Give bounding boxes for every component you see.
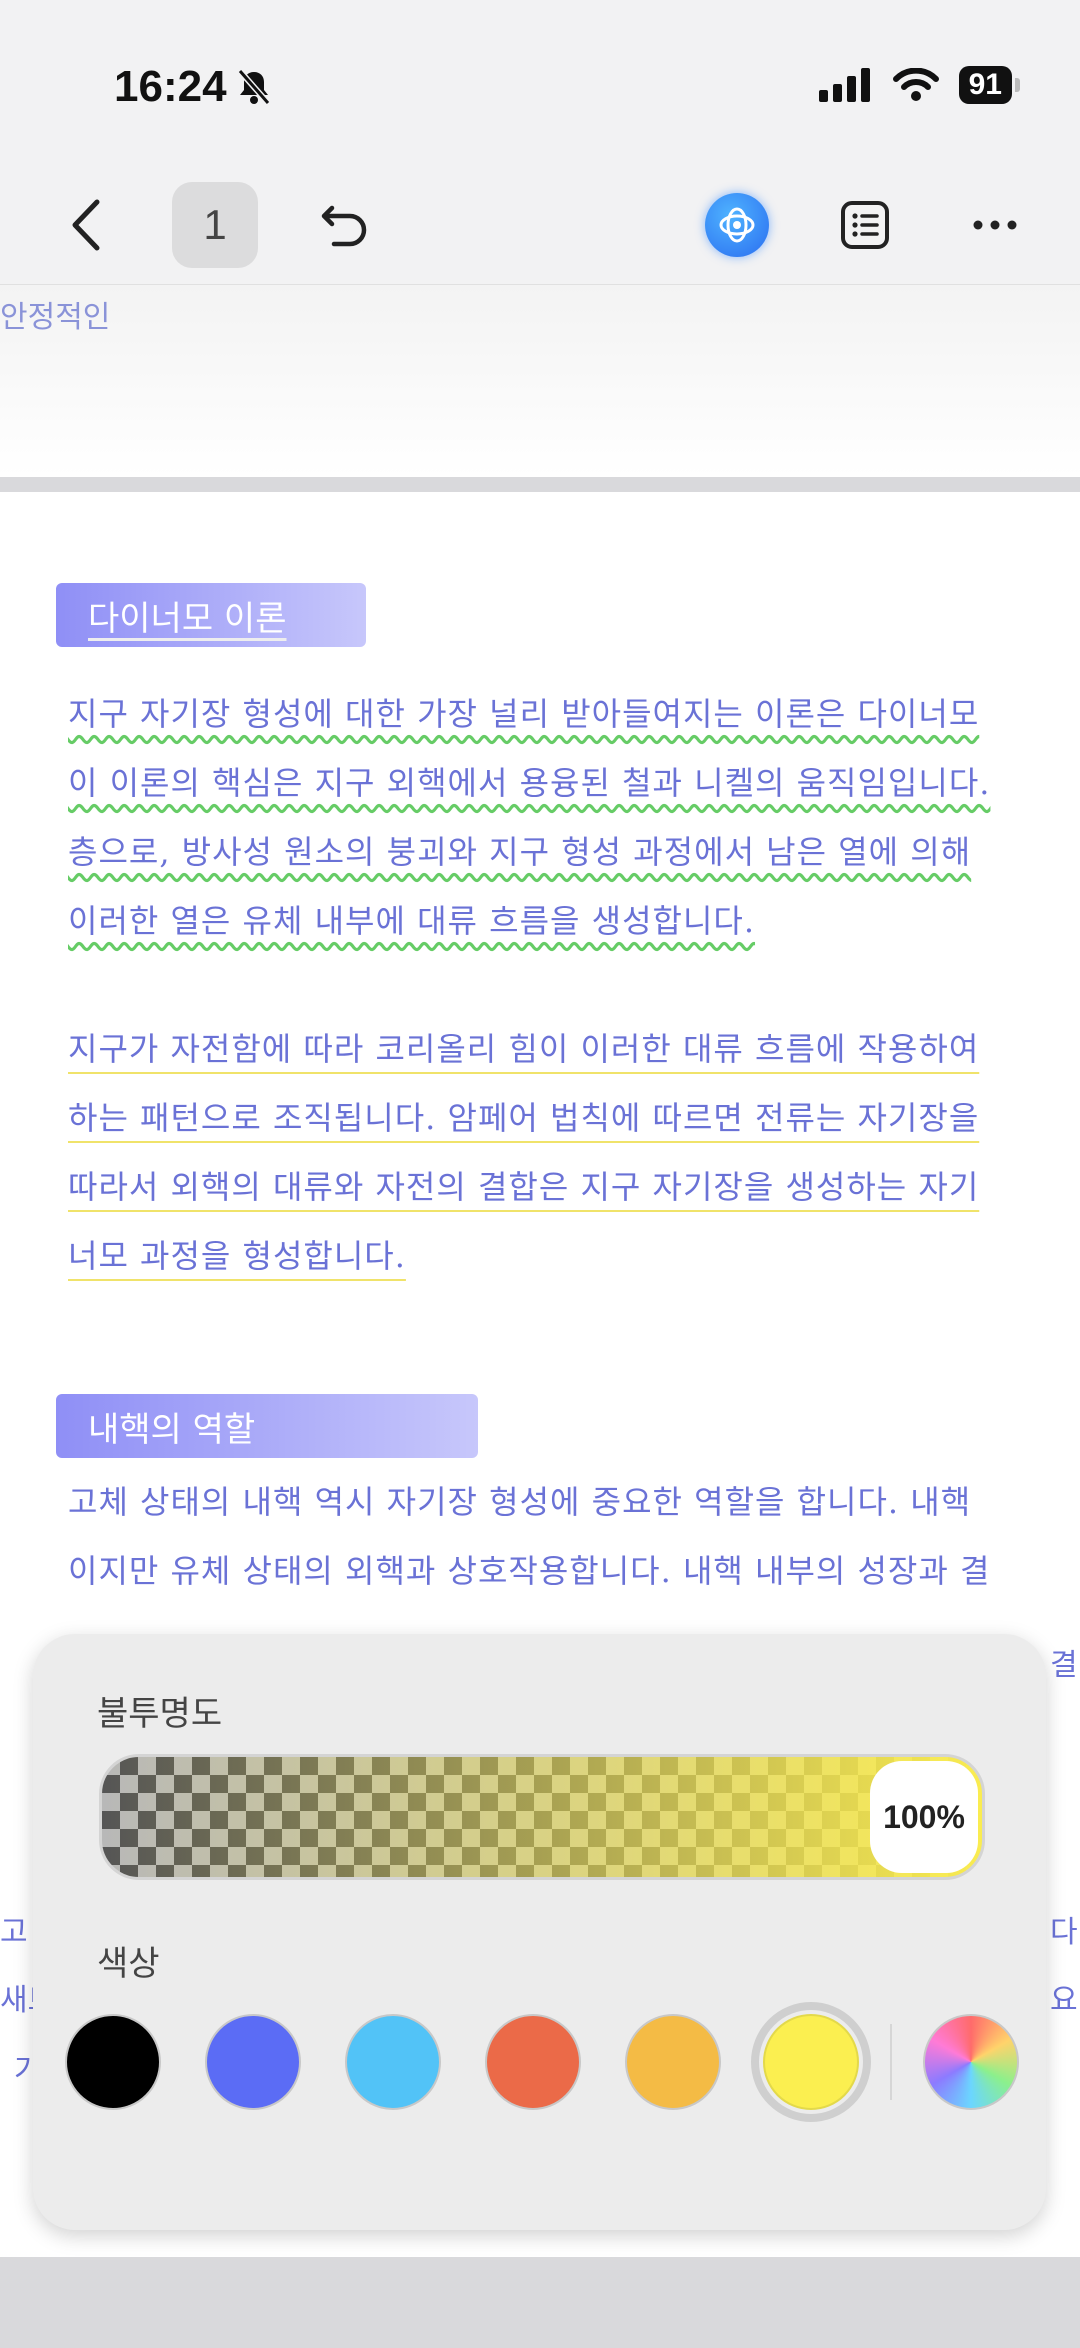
back-button[interactable] xyxy=(56,182,116,268)
swatch-sky-blue[interactable] xyxy=(345,2014,441,2110)
more-dots-icon xyxy=(973,220,1017,230)
text-line: 지구 자기장 형성에 대한 가장 널리 받아들여지는 이론은 다이너모 xyxy=(68,688,1080,757)
paragraph: 지구 자기장 형성에 대한 가장 널리 받아들여지는 이론은 다이너모 이 이론… xyxy=(68,688,1080,964)
text-fragment: 결 xyxy=(1050,1648,1078,1683)
line-text: 따라서 외핵의 대류와 자전의 결합은 지구 자기장을 생성하는 자기 xyxy=(68,1168,980,1206)
text-line: 너모 과정을 형성합니다. xyxy=(68,1230,1080,1299)
battery-indicator: 91 xyxy=(958,66,1021,104)
more-button[interactable] xyxy=(960,182,1030,268)
text-line: 고체 상태의 내핵 역시 자기장 형성에 중요한 역할을 합니다. 내핵 xyxy=(68,1476,1080,1545)
line-text: 이러한 열은 유체 내부에 대류 흐름을 생성합니다. xyxy=(68,902,756,940)
line-text: 이지만 유체 상태의 외핵과 상호작용합니다. 내핵 내부의 성장과 결 xyxy=(68,1552,991,1590)
text-line: 이러한 열은 유체 내부에 대류 흐름을 생성합니다. xyxy=(68,895,1080,964)
line-text: 지구 자기장 형성에 대한 가장 널리 받아들여지는 이론은 다이너모 xyxy=(68,695,980,733)
heading-text: 다이너모 이론 xyxy=(88,598,287,639)
ai-assistant-button[interactable] xyxy=(702,182,772,268)
opacity-label: 불투명도 xyxy=(97,1695,223,1733)
text-line: 층으로, 방사성 원소의 붕괴와 지구 형성 과정에서 남은 열에 의해 xyxy=(68,826,1080,895)
page-gap xyxy=(0,2257,1080,2348)
opacity-slider[interactable]: 100% xyxy=(99,1754,985,1880)
status-indicators: 91 xyxy=(818,66,1021,104)
section-heading: 다이너모 이론 xyxy=(56,583,366,647)
line-text: 고체 상태의 내핵 역시 자기장 형성에 중요한 역할을 합니다. 내핵 xyxy=(68,1483,972,1521)
previous-page-text: 안정적인 xyxy=(0,300,111,335)
status-time: 16:24 xyxy=(114,62,271,112)
list-icon xyxy=(841,201,889,249)
chevron-left-icon xyxy=(72,199,100,251)
time-text: 16:24 xyxy=(114,62,227,111)
text-line: 이 이론의 핵심은 지구 외핵에서 용융된 철과 니켈의 움직임입니다. xyxy=(68,757,1080,826)
custom-color-wheel-icon[interactable] xyxy=(923,2014,1019,2110)
text-line: 이지만 유체 상태의 외핵과 상호작용합니다. 내핵 내부의 성장과 결 xyxy=(68,1545,1080,1614)
text-line: 따라서 외핵의 대류와 자전의 결합은 지구 자기장을 생성하는 자기 xyxy=(68,1161,1080,1230)
wifi-icon xyxy=(892,68,939,101)
swatch-amber[interactable] xyxy=(625,2014,721,2110)
swatch-blue[interactable] xyxy=(205,2014,301,2110)
section-heading: 내핵의 역할 xyxy=(56,1394,478,1458)
top-toolbar: 1 xyxy=(0,170,1080,285)
swatch-orange-red[interactable] xyxy=(485,2014,581,2110)
paragraph: 고체 상태의 내핵 역시 자기장 형성에 중요한 역할을 합니다. 내핵 이지만… xyxy=(68,1476,1080,1614)
cellular-signal-icon xyxy=(818,68,870,102)
previous-page xyxy=(0,285,1080,477)
swatch-black[interactable] xyxy=(65,2014,161,2110)
color-picker-panel: 불투명도 100% 색상 xyxy=(33,1634,1046,2230)
paragraph: 지구가 자전함에 따라 코리올리 힘이 이러한 대류 흐름에 작용하여 하는 패… xyxy=(68,1023,1080,1299)
outline-button[interactable] xyxy=(830,182,900,268)
text-fragment: 다 xyxy=(1050,1915,1078,1950)
line-text: 너모 과정을 형성합니다. xyxy=(68,1237,406,1275)
undo-icon xyxy=(321,205,367,247)
line-text: 이 이론의 핵심은 지구 외핵에서 용융된 철과 니켈의 움직임입니다. xyxy=(68,764,991,802)
battery-level: 91 xyxy=(968,68,1002,101)
text-line: 하는 패턴으로 조직됩니다. 암페어 법칙에 따르면 전류는 자기장을 xyxy=(68,1092,1080,1161)
line-text: 지구가 자전함에 따라 코리올리 힘이 이러한 대류 흐름에 작용하여 xyxy=(68,1030,980,1068)
heading-text: 내핵의 역할 xyxy=(88,1409,256,1450)
opacity-value: 100% xyxy=(883,1798,965,1835)
mute-bell-icon xyxy=(237,69,270,105)
swatch-divider xyxy=(890,2024,892,2100)
text-fragment: 고 xyxy=(0,1915,28,1950)
text-fragment: 요 xyxy=(1050,1983,1078,2018)
page-number-button[interactable]: 1 xyxy=(172,182,258,268)
line-text: 층으로, 방사성 원소의 붕괴와 지구 형성 과정에서 남은 열에 의해 xyxy=(68,833,972,871)
line-text: 하는 패턴으로 조직됩니다. 암페어 법칙에 따르면 전류는 자기장을 xyxy=(68,1099,980,1137)
swatch-yellow[interactable] xyxy=(763,2014,859,2110)
color-label: 색상 xyxy=(97,1945,160,1983)
opacity-slider-thumb[interactable]: 100% xyxy=(870,1761,978,1873)
status-bar: 16:24 91 xyxy=(0,0,1080,170)
text-line: 지구가 자전함에 따라 코리올리 힘이 이러한 대류 흐름에 작용하여 xyxy=(68,1023,1080,1092)
ai-sparkle-icon xyxy=(705,193,769,257)
undo-button[interactable] xyxy=(310,182,380,268)
